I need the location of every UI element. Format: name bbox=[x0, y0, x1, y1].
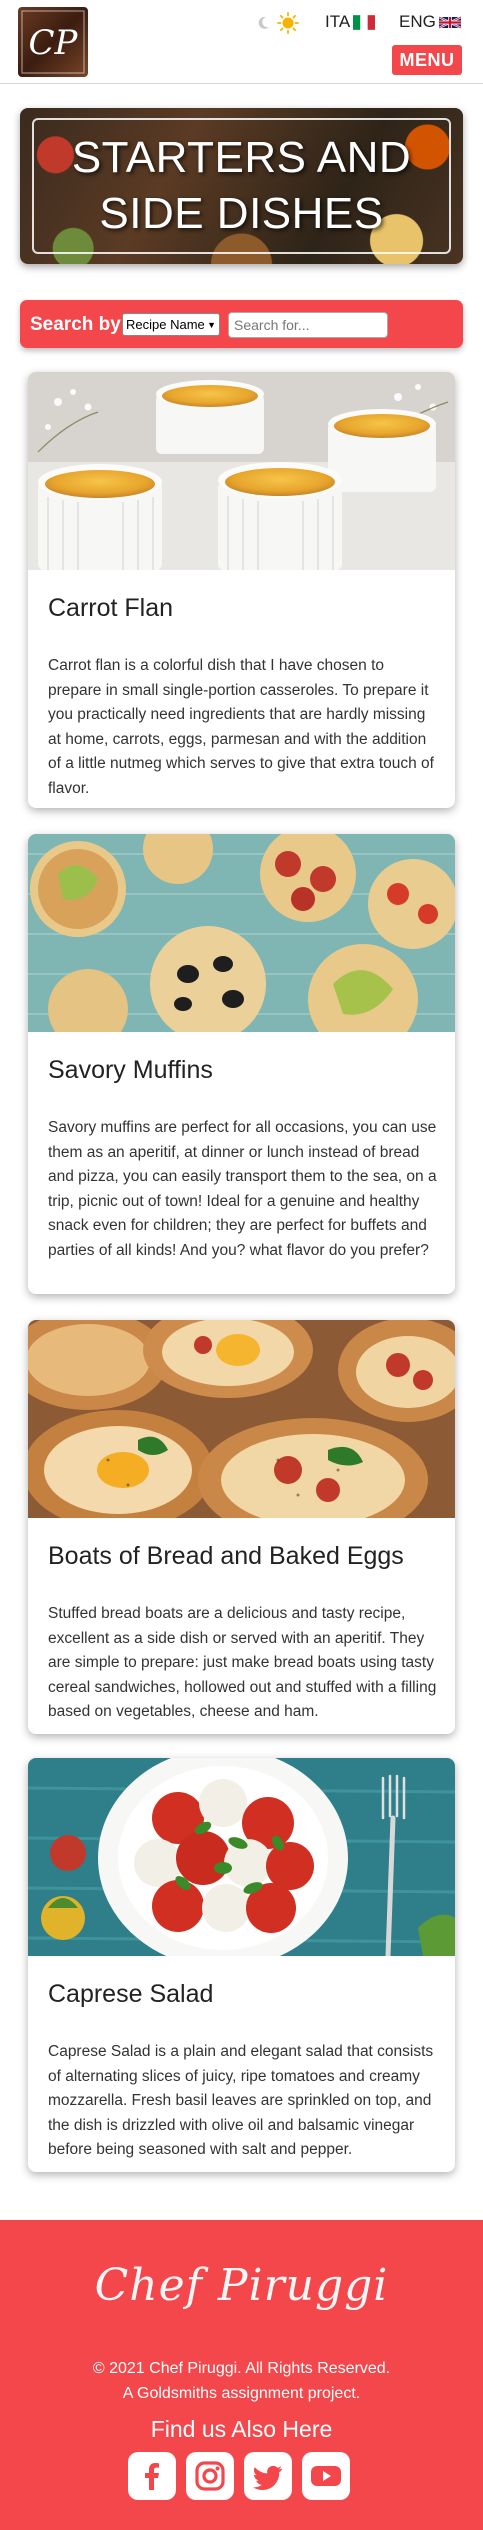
site-footer: Chef Piruggi © 2021 Chef Piruggi. All Ri… bbox=[0, 2220, 483, 2530]
language-italian[interactable]: ITA bbox=[325, 12, 376, 32]
recipe-title[interactable]: Savory Muffins bbox=[48, 1056, 213, 1085]
language-english-label: ENG bbox=[399, 12, 436, 31]
search-bar: Search by Recipe Name ▼ bbox=[20, 300, 463, 348]
recipe-image-caprese-salad[interactable] bbox=[28, 1758, 455, 1956]
logo-monogram-icon: CP bbox=[21, 10, 85, 74]
search-input[interactable] bbox=[228, 312, 388, 338]
find-us-heading: Find us Also Here bbox=[150, 2416, 333, 2442]
page-title-line1: STARTERS AND bbox=[71, 133, 412, 182]
footer-signature-logo: Chef Piruggi bbox=[94, 2260, 389, 2311]
facebook-link[interactable] bbox=[128, 2452, 176, 2500]
site-header: CP ITA ENG MENU bbox=[0, 0, 483, 84]
recipe-card[interactable]: Savory Muffins Savory muffins are perfec… bbox=[28, 834, 455, 1294]
recipe-description: Caprese Salad is a plain and elegant sal… bbox=[48, 2043, 434, 2158]
sun-icon[interactable] bbox=[277, 12, 299, 34]
uk-flag-icon bbox=[438, 15, 461, 29]
recipe-card[interactable]: Caprese Salad Caprese Salad is a plain a… bbox=[28, 1758, 455, 2172]
page-title: STARTERS AND SIDE DISHES bbox=[20, 130, 463, 242]
search-label: Search by bbox=[30, 314, 121, 335]
theme-toggle[interactable] bbox=[255, 12, 299, 34]
recipe-title[interactable]: Boats of Bread and Baked Eggs bbox=[48, 1542, 404, 1571]
chevron-down-icon: ▼ bbox=[207, 319, 216, 330]
search-criteria-value: Recipe Name bbox=[126, 317, 205, 332]
twitter-link[interactable] bbox=[244, 2452, 292, 2500]
recipe-title[interactable]: Caprese Salad bbox=[48, 1980, 213, 2009]
svg-text:CP: CP bbox=[29, 23, 79, 63]
copyright-line: © 2021 Chef Piruggi. All Rights Reserved… bbox=[92, 2360, 391, 2377]
language-english[interactable]: ENG bbox=[399, 12, 461, 32]
instagram-icon bbox=[195, 2461, 225, 2491]
search-criteria-select[interactable]: Recipe Name ▼ bbox=[122, 313, 220, 336]
site-logo[interactable]: CP bbox=[18, 7, 88, 77]
italy-flag-icon bbox=[353, 14, 376, 30]
language-italian-label: ITA bbox=[325, 12, 351, 31]
recipe-description: Carrot flan is a colorful dish that I ha… bbox=[48, 657, 434, 797]
recipe-image-carrot-flan[interactable] bbox=[28, 372, 455, 570]
project-note: A Goldsmiths assignment project. bbox=[122, 2385, 361, 2402]
youtube-link[interactable] bbox=[302, 2452, 350, 2500]
category-hero-banner: STARTERS AND SIDE DISHES bbox=[20, 108, 463, 264]
moon-icon[interactable] bbox=[255, 15, 271, 31]
menu-button[interactable]: MENU bbox=[392, 45, 462, 75]
recipe-card[interactable]: Carrot Flan Carrot flan is a colorful di… bbox=[28, 372, 455, 808]
page-title-line2: SIDE DISHES bbox=[99, 189, 384, 238]
recipe-card[interactable]: Boats of Bread and Baked Eggs Stuffed br… bbox=[28, 1320, 455, 1734]
recipe-description: Savory muffins are perfect for all occas… bbox=[48, 1119, 437, 1259]
recipe-image-savory-muffins[interactable] bbox=[28, 834, 455, 1032]
copyright: © 2021 Chef Piruggi. All Rights Reserved… bbox=[0, 2356, 483, 2406]
youtube-icon bbox=[311, 2466, 341, 2486]
social-links bbox=[128, 2452, 350, 2500]
facebook-icon bbox=[145, 2463, 159, 2490]
twitter-icon bbox=[253, 2465, 282, 2490]
instagram-link[interactable] bbox=[186, 2452, 234, 2500]
recipe-image-bread-boats[interactable] bbox=[28, 1320, 455, 1518]
recipe-description: Stuffed bread boats are a delicious and … bbox=[48, 1605, 437, 1720]
recipe-title[interactable]: Carrot Flan bbox=[48, 594, 173, 623]
